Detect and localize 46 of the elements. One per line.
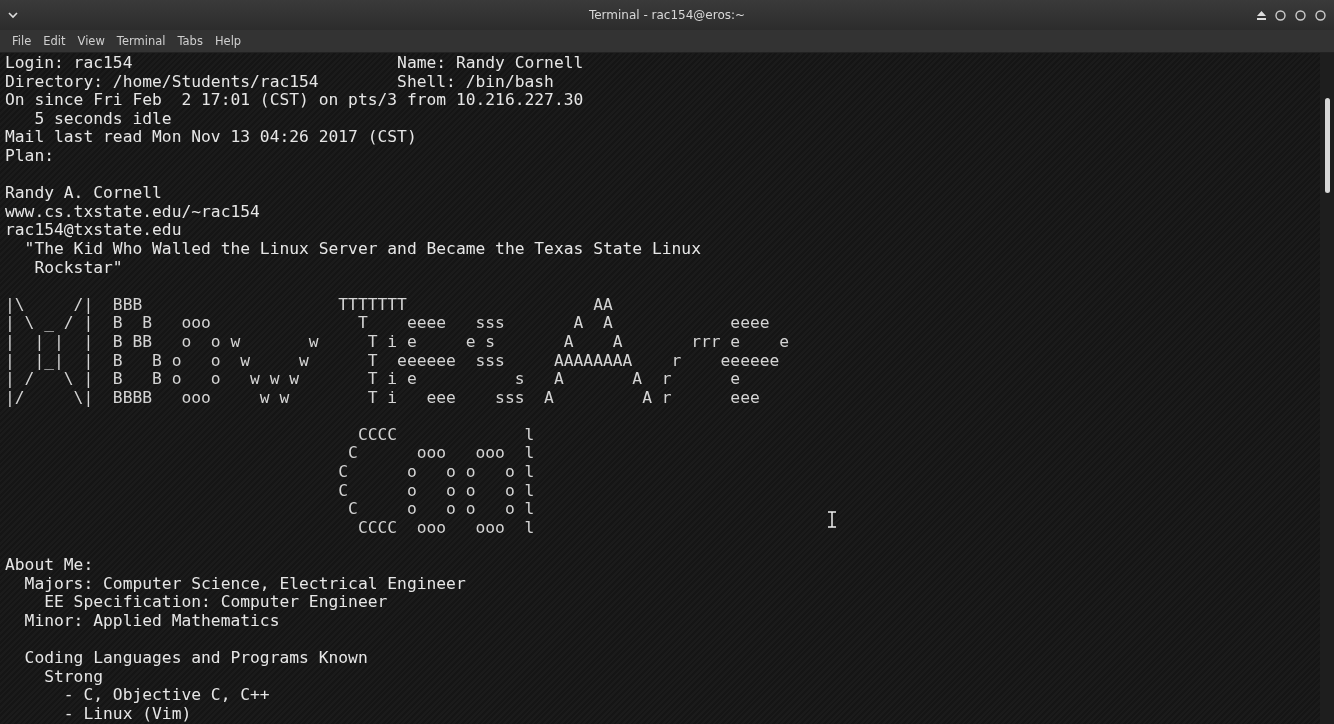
terminal-line: EE Specification: Computer Engineer bbox=[43, 593, 388, 612]
terminal-line: On since Fri Feb 2 17:01 (CST) on pts/3 from 10.216.227.30 bbox=[5, 91, 584, 110]
eject-icon[interactable] bbox=[1257, 10, 1266, 20]
ascii-art-line: | | | | B BB o o w w T i e e s A A rrr e e bbox=[5, 332, 790, 352]
terminal-line: 5 seconds idle bbox=[33, 109, 172, 129]
menu-item[interactable]: Help bbox=[208, 32, 248, 50]
menu-item[interactable]: View bbox=[71, 32, 111, 50]
terminal-line: About Me: bbox=[5, 556, 94, 575]
maximize-circle-icon[interactable] bbox=[1295, 9, 1306, 21]
terminal-line: Plan: bbox=[5, 146, 54, 166]
ascii-art-line: |\ /| BBB TTTTTTT AA bbox=[5, 295, 613, 315]
terminal-line: - Linux (Vim) bbox=[62, 704, 192, 724]
terminal-line: Randy A. Cornell bbox=[5, 184, 162, 203]
text-cursor-icon bbox=[827, 511, 837, 528]
terminal-line: Rockstar" bbox=[33, 258, 123, 278]
ascii-art-line: CCCC l bbox=[356, 425, 535, 445]
terminal-line: Minor: Applied Mathematics bbox=[23, 611, 280, 631]
ascii-art-line: C ooo ooo l bbox=[347, 444, 535, 464]
terminal-line: "The Kid Who Walled the Linux Server and Became the Texas State Linux bbox=[23, 239, 701, 259]
ascii-art-line: CCCC ooo ooo l bbox=[356, 518, 535, 538]
scrollbar[interactable] bbox=[1320, 53, 1334, 724]
menu-item[interactable]: File bbox=[6, 32, 38, 50]
window-title: Terminal - rac154@eros:~ bbox=[588, 8, 746, 22]
menu-item[interactable]: Terminal bbox=[110, 32, 172, 50]
terminal-line: - C, Objective C, C++ bbox=[62, 686, 270, 705]
terminal-line: Directory: /home/Students/rac154 Shell: /bin/bash bbox=[5, 72, 554, 92]
ascii-art-line: | \ _ / | B B ooo T eeee sss A A eeee bbox=[5, 314, 770, 333]
terminal-line: Coding Languages and Programs Known bbox=[23, 649, 368, 668]
chevron-down-icon[interactable] bbox=[8, 11, 18, 19]
scrollbar-thumb[interactable] bbox=[1324, 98, 1330, 193]
close-circle-icon[interactable] bbox=[1315, 9, 1326, 21]
ascii-art-line: |/ \| BBBB ooo w w T i eee sss A A r eee bbox=[5, 388, 760, 408]
ascii-art-line: C o o o o l bbox=[337, 463, 535, 482]
ascii-art-line: C o o o o l bbox=[337, 481, 535, 501]
ascii-art-line: | / \ | B B o o w w w T i e s A A r e bbox=[5, 370, 741, 389]
terminal-line: Strong bbox=[43, 667, 104, 687]
terminal-line: Mail last read Mon Nov 13 04:26 2017 (CST) bbox=[5, 128, 417, 147]
ascii-art-line: C o o o o l bbox=[347, 500, 535, 519]
terminal-line: rac154@txstate.edu bbox=[5, 221, 182, 240]
menu-item[interactable]: Tabs bbox=[171, 32, 209, 50]
terminal-line: www.cs.txstate.edu/~rac154 bbox=[5, 202, 260, 222]
terminal-line: Login: rac154 Name: Randy Cornell bbox=[5, 54, 584, 73]
terminal-line: Majors: Computer Science, Electrical Engineer bbox=[23, 574, 466, 594]
menu-item[interactable]: Edit bbox=[37, 32, 72, 50]
ascii-art-line: | |_| | B B o o w w T eeeeee sss AAAAAAAA r eeeeee bbox=[5, 351, 780, 371]
minimize-circle-icon[interactable] bbox=[1275, 9, 1286, 21]
